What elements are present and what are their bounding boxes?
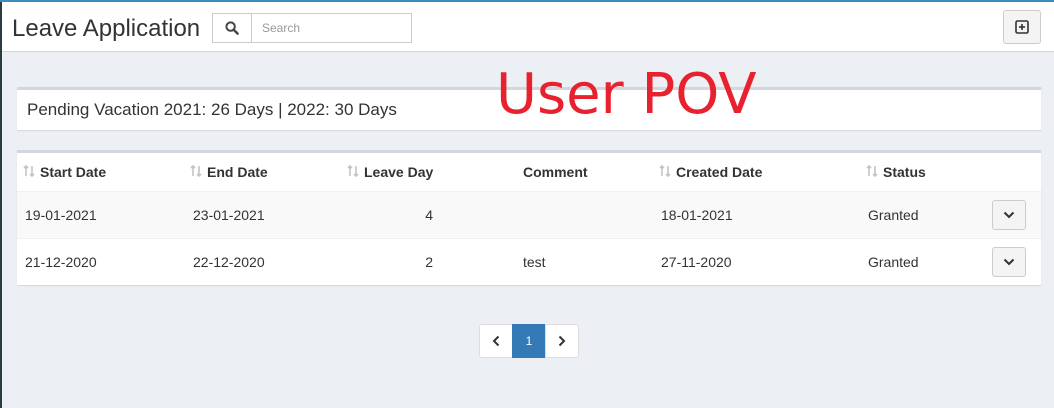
plus-square-icon bbox=[1015, 20, 1029, 34]
cell-leave-day: 4 bbox=[425, 207, 433, 223]
table-row: 21-12-2020 22-12-2020 2 test 27-11-2020 … bbox=[17, 238, 1041, 285]
column-label: Status bbox=[883, 164, 926, 180]
pagination-next[interactable] bbox=[545, 324, 579, 358]
search-icon bbox=[225, 21, 239, 35]
pagination-prev[interactable] bbox=[479, 324, 513, 358]
cell-created-date: 27-11-2020 bbox=[661, 254, 732, 270]
cell-status: Granted bbox=[868, 254, 919, 270]
cell-leave-day: 2 bbox=[425, 254, 433, 270]
column-label: Leave Day bbox=[364, 164, 434, 180]
chevron-down-icon bbox=[1003, 258, 1015, 266]
column-header-status[interactable]: Status bbox=[866, 164, 926, 180]
leave-table: Start Date End Date Leave Day Comment Cr… bbox=[17, 150, 1041, 285]
sort-icon bbox=[866, 164, 879, 180]
table-row: 19-01-2021 23-01-2021 4 18-01-2021 Grant… bbox=[17, 191, 1041, 238]
cell-comment: test bbox=[523, 254, 546, 270]
content-header: Leave Application bbox=[2, 2, 1054, 52]
column-label: Start Date bbox=[40, 164, 107, 180]
column-header-created-date[interactable]: Created Date bbox=[659, 164, 762, 180]
chevron-right-icon bbox=[558, 335, 566, 347]
search-button[interactable] bbox=[212, 13, 252, 43]
row-actions-button[interactable] bbox=[992, 247, 1026, 277]
sort-icon bbox=[659, 164, 672, 180]
column-header-end-date[interactable]: End Date bbox=[190, 164, 268, 180]
pending-vacation-text: Pending Vacation 2021: 26 Days | 2022: 3… bbox=[27, 100, 397, 119]
cell-end-date: 22-12-2020 bbox=[193, 254, 265, 270]
column-header-leave-day[interactable]: Leave Day bbox=[347, 164, 433, 180]
cell-end-date: 23-01-2021 bbox=[193, 207, 265, 223]
cell-start-date: 19-01-2021 bbox=[25, 207, 97, 223]
sort-icon bbox=[23, 164, 36, 180]
sort-icon bbox=[190, 164, 203, 180]
column-label: Comment bbox=[523, 164, 588, 180]
table-header: Start Date End Date Leave Day Comment Cr… bbox=[17, 153, 1041, 191]
row-actions-button[interactable] bbox=[992, 200, 1026, 230]
search-input[interactable] bbox=[251, 13, 412, 43]
page-title: Leave Application bbox=[12, 15, 201, 42]
user-pov-annotation: User POV bbox=[496, 62, 757, 127]
column-label: End Date bbox=[207, 164, 268, 180]
sort-icon bbox=[347, 164, 360, 180]
cell-status: Granted bbox=[868, 207, 919, 223]
column-header-comment: Comment bbox=[523, 164, 588, 180]
cell-created-date: 18-01-2021 bbox=[661, 207, 733, 223]
cell-start-date: 21-12-2020 bbox=[25, 254, 97, 270]
pagination-page[interactable]: 1 bbox=[512, 324, 546, 358]
column-header-start-date[interactable]: Start Date bbox=[23, 164, 106, 180]
column-label: Created Date bbox=[676, 164, 763, 180]
chevron-left-icon bbox=[492, 335, 500, 347]
sidebar-edge bbox=[0, 0, 2, 408]
pagination: 1 bbox=[479, 324, 579, 358]
add-leave-button[interactable] bbox=[1003, 10, 1041, 44]
chevron-down-icon bbox=[1003, 211, 1015, 219]
